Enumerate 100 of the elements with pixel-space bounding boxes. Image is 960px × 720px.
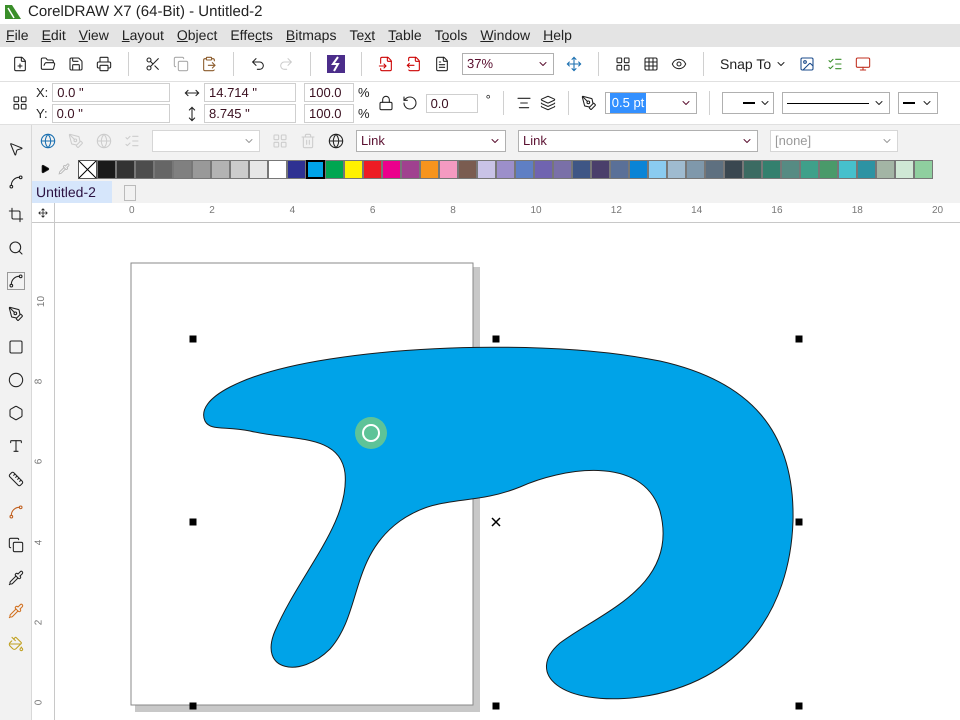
scale-x-field[interactable]: 100.0 (304, 82, 354, 102)
color-swatch[interactable] (116, 160, 135, 178)
y-field[interactable]: 0.0 " (52, 104, 170, 124)
zoom-tool-icon[interactable] (8, 240, 24, 256)
menu-item[interactable]: View (78, 25, 109, 46)
curved-shape[interactable] (203, 346, 794, 700)
menu-item[interactable]: Tools (434, 25, 468, 46)
color-swatch[interactable] (572, 160, 591, 178)
selection-handle[interactable] (796, 336, 802, 342)
x-field[interactable]: 0.0 " (52, 82, 170, 102)
color-swatch[interactable] (211, 160, 230, 178)
scale-y-field[interactable]: 100.0 (304, 104, 354, 124)
selection-handle[interactable] (190, 336, 196, 342)
rotation-field[interactable]: 0.0 (426, 94, 478, 112)
import-icon[interactable] (378, 56, 394, 72)
menu-item[interactable]: Help (543, 25, 572, 46)
color-swatch[interactable] (249, 160, 268, 178)
menu-item[interactable]: File (6, 25, 29, 46)
scissors-icon[interactable] (145, 56, 161, 72)
width-field[interactable]: 14.714 " (204, 83, 296, 102)
eyedropper-tool-icon[interactable] (8, 603, 24, 619)
color-swatch[interactable] (629, 160, 648, 178)
color-swatch[interactable] (154, 160, 173, 178)
height-field[interactable]: 8.745 " (204, 104, 296, 123)
line-end-dropdown[interactable] (898, 92, 938, 114)
drop-shadow-tool-icon[interactable] (8, 537, 24, 553)
color-swatch[interactable] (230, 160, 249, 178)
connector-tool-icon[interactable] (8, 504, 24, 520)
dimension-tool-icon[interactable] (8, 471, 24, 487)
undo-icon[interactable] (250, 56, 266, 72)
line-style-dropdown[interactable] (782, 92, 890, 114)
menu-item[interactable]: Object (176, 25, 218, 46)
new-document-icon[interactable] (12, 56, 28, 72)
menu-item[interactable]: Text (349, 25, 376, 46)
artistic-media-icon[interactable] (8, 306, 24, 322)
snap-to-button[interactable]: Snap To (720, 54, 788, 74)
pen-nib-icon[interactable] (580, 95, 597, 111)
check-icon[interactable] (124, 133, 140, 149)
color-swatch[interactable] (496, 160, 515, 178)
monitor-icon[interactable] (855, 56, 872, 72)
polygon-tool-icon[interactable] (8, 405, 24, 421)
color-swatch[interactable] (857, 160, 876, 178)
color-swatch[interactable] (800, 160, 819, 178)
selection-handle[interactable] (190, 702, 196, 710)
color-swatch[interactable] (344, 160, 363, 178)
color-swatch[interactable] (762, 160, 781, 178)
zoom-dropdown[interactable]: 37% (462, 53, 554, 75)
color-swatch[interactable] (420, 160, 439, 178)
checklist-icon[interactable] (827, 56, 844, 72)
color-swatch[interactable] (743, 160, 762, 178)
color-swatch[interactable] (610, 160, 629, 178)
ruler-origin-icon[interactable] (38, 208, 48, 218)
pick-tool-icon[interactable] (8, 141, 24, 157)
guidelines-icon[interactable] (671, 56, 687, 72)
selection-handle[interactable] (796, 518, 802, 526)
shape-tool-icon[interactable] (8, 174, 24, 190)
document-tab[interactable]: Untitled-2 (32, 181, 112, 203)
color-swatch[interactable] (173, 160, 192, 178)
color-swatch[interactable] (781, 160, 800, 178)
ellipse-tool-icon[interactable] (8, 372, 24, 388)
color-swatch[interactable] (325, 160, 344, 178)
color-swatch[interactable] (819, 160, 838, 178)
color-swatch[interactable] (97, 160, 116, 178)
paste-icon[interactable] (201, 56, 217, 72)
image-icon[interactable] (799, 56, 816, 72)
color-swatch[interactable] (477, 160, 496, 178)
menu-item[interactable]: Table (388, 25, 422, 46)
color-swatch[interactable] (667, 160, 686, 178)
selection-handle[interactable] (492, 702, 500, 710)
color-swatch[interactable] (363, 160, 382, 178)
link-dropdown[interactable]: Link (356, 130, 506, 152)
freehand-tool-icon[interactable] (8, 273, 24, 289)
link-dropdown[interactable]: Link (518, 130, 758, 152)
color-swatch[interactable] (914, 160, 933, 178)
menu-item[interactable]: Window (480, 25, 530, 46)
color-swatch[interactable] (686, 160, 705, 178)
color-swatch[interactable] (876, 160, 895, 178)
color-swatch[interactable] (591, 160, 610, 178)
selection-handle[interactable] (492, 336, 500, 342)
menu-item[interactable]: Effects (230, 25, 273, 46)
menu-item[interactable]: Bitmaps (286, 25, 336, 46)
color-swatch[interactable] (439, 160, 458, 178)
link-globe-icon[interactable] (328, 133, 344, 149)
selection-handle[interactable] (190, 518, 196, 526)
reference-point-icon[interactable] (12, 95, 28, 111)
color-swatch[interactable] (838, 160, 857, 178)
save-icon[interactable] (68, 56, 84, 72)
menu-item[interactable]: Layout (122, 25, 164, 46)
play-icon[interactable] (40, 164, 50, 174)
rectangle-tool-icon[interactable] (8, 339, 24, 355)
export-icon[interactable] (406, 56, 422, 72)
folder-icon[interactable] (40, 56, 56, 72)
line-start-dropdown[interactable] (722, 92, 774, 114)
color-swatch[interactable] (401, 160, 420, 178)
color-swatch[interactable] (553, 160, 572, 178)
globe-icon[interactable] (40, 133, 56, 149)
color-swatch[interactable] (192, 160, 211, 178)
color-swatch[interactable] (287, 160, 306, 178)
color-swatch[interactable] (515, 160, 534, 178)
text-tool-icon[interactable] (8, 438, 24, 454)
